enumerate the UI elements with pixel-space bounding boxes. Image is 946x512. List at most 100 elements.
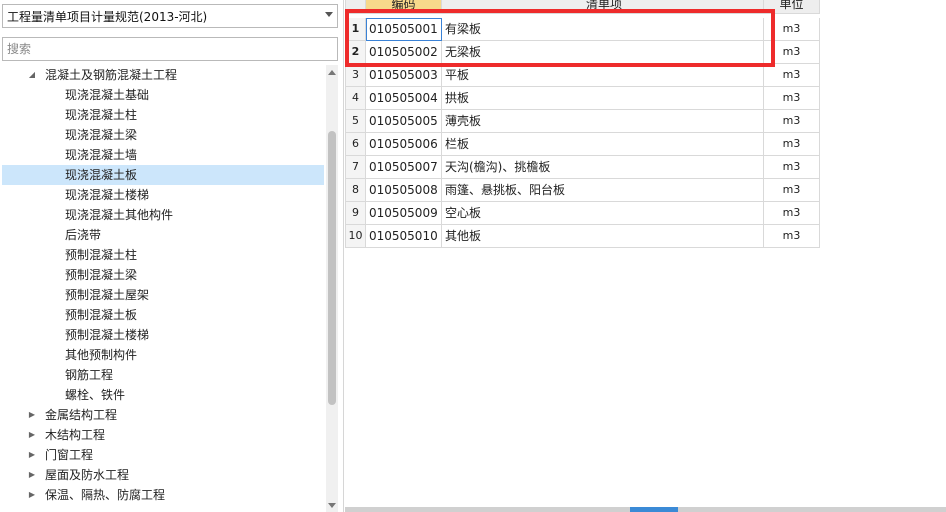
tree-item[interactable]: ▶ 金属结构工程 bbox=[2, 405, 324, 425]
unit-cell[interactable]: m3 bbox=[764, 41, 820, 64]
unit-cell[interactable]: m3 bbox=[764, 179, 820, 202]
tree-item-label: 现浇混凝土墙 bbox=[65, 148, 138, 162]
scroll-up-button[interactable] bbox=[326, 65, 338, 79]
code-cell[interactable]: 010505002 bbox=[366, 41, 442, 64]
tree-item[interactable]: ▶ 门窗工程 bbox=[2, 445, 324, 465]
table-row[interactable]: 5 010505005 薄壳板 m3 bbox=[345, 110, 820, 133]
unit-cell[interactable]: m3 bbox=[764, 225, 820, 248]
code-cell[interactable]: 010505008 bbox=[366, 179, 442, 202]
unit-cell[interactable]: m3 bbox=[764, 18, 820, 41]
tree-item[interactable]: 现浇混凝土墙 bbox=[2, 145, 324, 165]
tree-item-label: 其他预制构件 bbox=[65, 348, 138, 362]
collapsed-arrow-icon[interactable]: ▶ bbox=[26, 465, 38, 485]
collapsed-arrow-icon[interactable]: ▶ bbox=[26, 485, 38, 505]
tree-item[interactable]: 后浇带 bbox=[2, 225, 324, 245]
tree-item-label: 预制混凝土板 bbox=[65, 308, 138, 322]
code-cell[interactable]: 010505005 bbox=[366, 110, 442, 133]
header-name[interactable]: 清单项 bbox=[442, 0, 764, 14]
table-row[interactable]: 7 010505007 天沟(檐沟)、挑檐板 m3 bbox=[345, 156, 820, 179]
collapsed-arrow-icon[interactable]: ▶ bbox=[26, 445, 38, 465]
tree-item-label: 金属结构工程 bbox=[45, 408, 118, 422]
tree-item[interactable]: 现浇混凝土楼梯 bbox=[2, 185, 324, 205]
tree-item[interactable]: ▶ 屋面及防水工程 bbox=[2, 465, 324, 485]
unit-cell[interactable]: m3 bbox=[764, 156, 820, 179]
spec-select[interactable]: 工程量清单项目计量规范(2013-河北) bbox=[2, 4, 338, 28]
name-cell[interactable]: 拱板 bbox=[442, 87, 764, 110]
tree-item[interactable]: 现浇混凝土柱 bbox=[2, 105, 324, 125]
unit-cell[interactable]: m3 bbox=[764, 87, 820, 110]
name-cell[interactable]: 栏板 bbox=[442, 133, 764, 156]
name-cell[interactable]: 无梁板 bbox=[442, 41, 764, 64]
table-row[interactable]: 10 010505010 其他板 m3 bbox=[345, 225, 820, 248]
table-row[interactable]: 9 010505009 空心板 m3 bbox=[345, 202, 820, 225]
unit-cell[interactable]: m3 bbox=[764, 133, 820, 156]
scrollbar-thumb[interactable] bbox=[328, 131, 336, 405]
expanded-arrow-icon[interactable]: ◢ bbox=[26, 65, 38, 85]
arrow-down-icon bbox=[328, 502, 336, 508]
splitter-bar[interactable] bbox=[345, 507, 946, 512]
scroll-down-button[interactable] bbox=[326, 498, 338, 512]
table-row[interactable]: 3 010505003 平板 m3 bbox=[345, 64, 820, 87]
code-cell[interactable]: 010505003 bbox=[366, 64, 442, 87]
header-unit[interactable]: 单位 bbox=[764, 0, 820, 14]
code-cell[interactable]: 010505007 bbox=[366, 156, 442, 179]
tree-item[interactable]: 现浇混凝土基础 bbox=[2, 85, 324, 105]
tree-scrollbar[interactable] bbox=[326, 65, 338, 512]
name-cell[interactable]: 天沟(檐沟)、挑檐板 bbox=[442, 156, 764, 179]
tree-item-label: 屋面及防水工程 bbox=[45, 468, 130, 482]
row-index: 6 bbox=[345, 133, 366, 156]
table-row[interactable]: 2 010505002 无梁板 m3 bbox=[345, 41, 820, 64]
unit-cell[interactable]: m3 bbox=[764, 64, 820, 87]
tree-item-label: 预制混凝土楼梯 bbox=[65, 328, 150, 342]
tree-item-label: 预制混凝土梁 bbox=[65, 268, 138, 282]
splitter-grip[interactable] bbox=[630, 507, 678, 512]
unit-cell[interactable]: m3 bbox=[764, 110, 820, 133]
tree-item[interactable]: 现浇混凝土其他构件 bbox=[2, 205, 324, 225]
tree-item[interactable]: ◢ 混凝土及钢筋混凝土工程 bbox=[2, 65, 324, 85]
row-index: 3 bbox=[345, 64, 366, 87]
spec-select-value: 工程量清单项目计量规范(2013-河北) bbox=[7, 9, 208, 24]
collapsed-arrow-icon[interactable]: ▶ bbox=[26, 425, 38, 445]
tree-item-label: 保温、隔热、防腐工程 bbox=[45, 488, 166, 502]
table-row[interactable]: 8 010505008 雨篷、悬挑板、阳台板 m3 bbox=[345, 179, 820, 202]
table-row[interactable]: 6 010505006 栏板 m3 bbox=[345, 133, 820, 156]
table-row[interactable]: 1 010505001 有梁板 m3 bbox=[345, 18, 820, 41]
tree-item[interactable]: 预制混凝土楼梯 bbox=[2, 325, 324, 345]
tree-item[interactable]: ▶ 木结构工程 bbox=[2, 425, 324, 445]
search-input[interactable] bbox=[2, 37, 338, 61]
table-row[interactable]: 4 010505004 拱板 m3 bbox=[345, 87, 820, 110]
tree-item[interactable]: 现浇混凝土板 bbox=[2, 165, 324, 185]
tree-item[interactable]: 现浇混凝土梁 bbox=[2, 125, 324, 145]
row-index: 5 bbox=[345, 110, 366, 133]
tree-item-label: 后浇带 bbox=[65, 228, 102, 242]
name-cell[interactable]: 其他板 bbox=[442, 225, 764, 248]
unit-cell[interactable]: m3 bbox=[764, 202, 820, 225]
tree-item[interactable]: 预制混凝土柱 bbox=[2, 245, 324, 265]
code-cell[interactable]: 010505006 bbox=[366, 133, 442, 156]
name-cell[interactable]: 空心板 bbox=[442, 202, 764, 225]
left-panel: 工程量清单项目计量规范(2013-河北) ◢ 混凝土及钢筋混凝土工程现浇混凝土基础… bbox=[0, 0, 344, 512]
tree-item[interactable]: ▶ 保温、隔热、防腐工程 bbox=[2, 485, 324, 505]
tree-item[interactable]: 其他预制构件 bbox=[2, 345, 324, 365]
code-cell[interactable]: 010505009 bbox=[366, 202, 442, 225]
code-cell[interactable]: 010505001 bbox=[366, 18, 442, 41]
collapsed-arrow-icon[interactable]: ▶ bbox=[26, 405, 38, 425]
arrow-up-icon bbox=[328, 69, 336, 75]
chevron-down-icon[interactable] bbox=[325, 12, 333, 17]
name-cell[interactable]: 雨篷、悬挑板、阳台板 bbox=[442, 179, 764, 202]
name-cell[interactable]: 平板 bbox=[442, 64, 764, 87]
code-cell[interactable]: 010505010 bbox=[366, 225, 442, 248]
category-tree: ◢ 混凝土及钢筋混凝土工程现浇混凝土基础现浇混凝土柱 现浇混凝土梁现浇混凝土墙现浇混… bbox=[0, 65, 326, 512]
code-cell[interactable]: 010505004 bbox=[366, 87, 442, 110]
tree-item-label: 现浇混凝土其他构件 bbox=[65, 208, 174, 222]
name-cell[interactable]: 薄壳板 bbox=[442, 110, 764, 133]
name-cell[interactable]: 有梁板 bbox=[442, 18, 764, 41]
tree-item[interactable]: 预制混凝土板 bbox=[2, 305, 324, 325]
tree-item[interactable]: 螺栓、铁件 bbox=[2, 385, 324, 405]
tree-item[interactable]: 预制混凝土梁 bbox=[2, 265, 324, 285]
tree-item-label: 现浇混凝土基础 bbox=[65, 88, 150, 102]
tree-item[interactable]: 钢筋工程 bbox=[2, 365, 324, 385]
header-code[interactable]: 编码 bbox=[366, 0, 442, 14]
tree-item-label: 钢筋工程 bbox=[65, 368, 114, 382]
tree-item[interactable]: 预制混凝土屋架 bbox=[2, 285, 324, 305]
